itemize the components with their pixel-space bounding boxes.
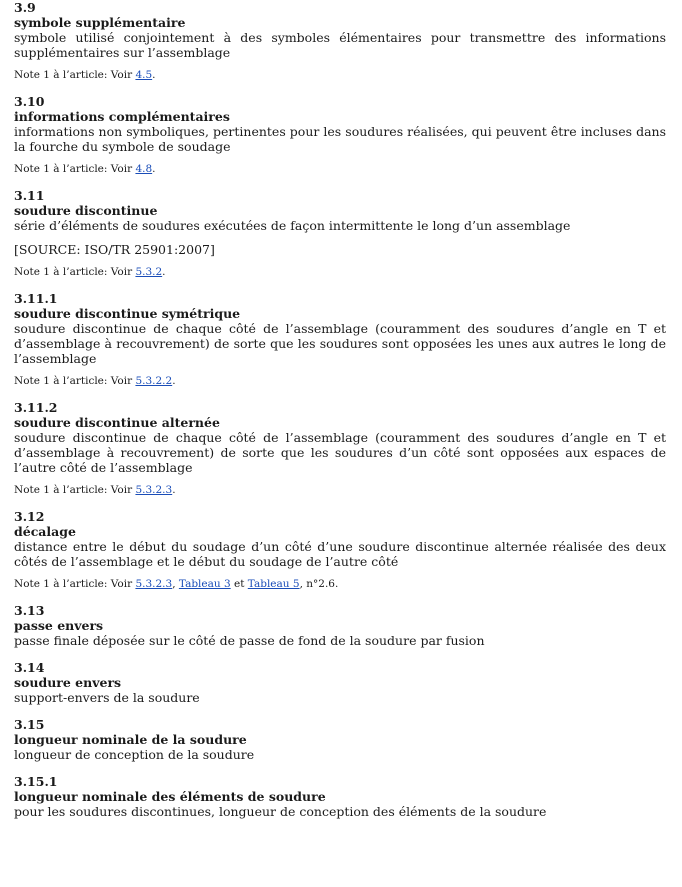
note-prefix: Note 1 à l’article: Voir xyxy=(14,578,136,590)
entry-definition: informations non symboliques, pertinente… xyxy=(14,124,666,154)
entry-number: 3.11 xyxy=(14,188,45,203)
note-tail: , n°2.6. xyxy=(299,578,339,590)
note-prefix: Note 1 à l’article: Voir xyxy=(14,484,136,496)
term-entry-3-10: 3.10 informations complémentaires inform… xyxy=(14,94,666,176)
term-entry-3-15: 3.15 longueur nominale de la soudure lon… xyxy=(14,717,666,762)
note-separator: , xyxy=(172,578,179,590)
document-page: 3.9 symbole supplémentaire symbole utili… xyxy=(14,0,666,831)
note-link[interactable]: 5.3.2.3 xyxy=(135,484,172,496)
note-link[interactable]: 5.3.2 xyxy=(135,266,162,278)
entry-number: 3.10 xyxy=(14,94,45,109)
entry-term: décalage xyxy=(14,524,76,539)
entry-term: passe envers xyxy=(14,618,104,633)
entry-number: 3.13 xyxy=(14,603,45,618)
term-entry-3-12: 3.12 décalage distance entre le début du… xyxy=(14,509,666,591)
entry-number: 3.14 xyxy=(14,660,45,675)
note-prefix: Note 1 à l’article: Voir xyxy=(14,163,136,175)
note-link[interactable]: 4.8 xyxy=(135,163,152,175)
entry-definition: distance entre le début du soudage d’un … xyxy=(14,539,666,569)
entry-number: 3.11.2 xyxy=(14,400,58,415)
entry-term: informations complémentaires xyxy=(14,109,230,124)
note-link-table-5[interactable]: Tableau 5 xyxy=(248,578,300,590)
entry-definition: support-envers de la soudure xyxy=(14,690,200,705)
note-tail: . xyxy=(172,375,176,387)
entry-note: Note 1 à l’article: Voir 5.3.2.2. xyxy=(14,375,666,388)
entry-term: soudure discontinue symétrique xyxy=(14,306,241,321)
note-prefix: Note 1 à l’article: Voir xyxy=(14,266,136,278)
entry-definition: pour les soudures discontinues, longueur… xyxy=(14,804,547,819)
entry-number: 3.15 xyxy=(14,717,45,732)
note-prefix: Note 1 à l’article: Voir xyxy=(14,375,136,387)
entry-term: soudure discontinue xyxy=(14,203,158,218)
entry-note: Note 1 à l’article: Voir 5.3.2.3. xyxy=(14,484,666,497)
term-entry-3-15-1: 3.15.1 longueur nominale des éléments de… xyxy=(14,774,666,819)
note-tail: . xyxy=(162,266,166,278)
entry-number: 3.9 xyxy=(14,0,36,15)
entry-number: 3.15.1 xyxy=(14,774,58,789)
entry-note: Note 1 à l’article: Voir 5.3.2. xyxy=(14,266,666,279)
entry-term: longueur nominale de la soudure xyxy=(14,732,247,747)
entry-term: soudure envers xyxy=(14,675,122,690)
entry-definition: soudure discontinue de chaque côté de l’… xyxy=(14,321,666,366)
entry-definition: symbole utilisé conjointement à des symb… xyxy=(14,30,666,60)
entry-note: Note 1 à l’article: Voir 4.5. xyxy=(14,69,666,82)
entry-definition: longueur de conception de la soudure xyxy=(14,747,255,762)
note-link[interactable]: 4.5 xyxy=(135,69,152,81)
term-entry-3-9: 3.9 symbole supplémentaire symbole utili… xyxy=(14,0,666,82)
entry-definition: série d’éléments de soudures exécutées d… xyxy=(14,218,571,233)
entry-number: 3.11.1 xyxy=(14,291,58,306)
note-separator: et xyxy=(230,578,248,590)
term-entry-3-11-2: 3.11.2 soudure discontinue alternée soud… xyxy=(14,400,666,497)
note-link[interactable]: 5.3.2.3 xyxy=(135,578,172,590)
note-prefix: Note 1 à l’article: Voir xyxy=(14,69,136,81)
note-tail: . xyxy=(152,163,156,175)
term-entry-3-13: 3.13 passe envers passe finale déposée s… xyxy=(14,603,666,648)
note-link-table-3[interactable]: Tableau 3 xyxy=(179,578,231,590)
entry-note: Note 1 à l’article: Voir 4.8. xyxy=(14,163,666,176)
entry-note: Note 1 à l’article: Voir 5.3.2.3, Tablea… xyxy=(14,578,666,591)
entry-definition: passe finale déposée sur le côté de pass… xyxy=(14,633,485,648)
note-tail: . xyxy=(172,484,176,496)
entry-source: [SOURCE: ISO/TR 25901:2007] xyxy=(14,242,215,257)
term-entry-3-11: 3.11 soudure discontinue série d’élément… xyxy=(14,188,666,279)
term-entry-3-14: 3.14 soudure envers support-envers de la… xyxy=(14,660,666,705)
note-link[interactable]: 5.3.2.2 xyxy=(135,375,172,387)
note-tail: . xyxy=(152,69,156,81)
entry-term: longueur nominale des éléments de soudur… xyxy=(14,789,326,804)
term-entry-3-11-1: 3.11.1 soudure discontinue symétrique so… xyxy=(14,291,666,388)
entry-number: 3.12 xyxy=(14,509,45,524)
entry-definition: soudure discontinue de chaque côté de l’… xyxy=(14,430,666,475)
entry-term: symbole supplémentaire xyxy=(14,15,186,30)
entry-term: soudure discontinue alternée xyxy=(14,415,220,430)
